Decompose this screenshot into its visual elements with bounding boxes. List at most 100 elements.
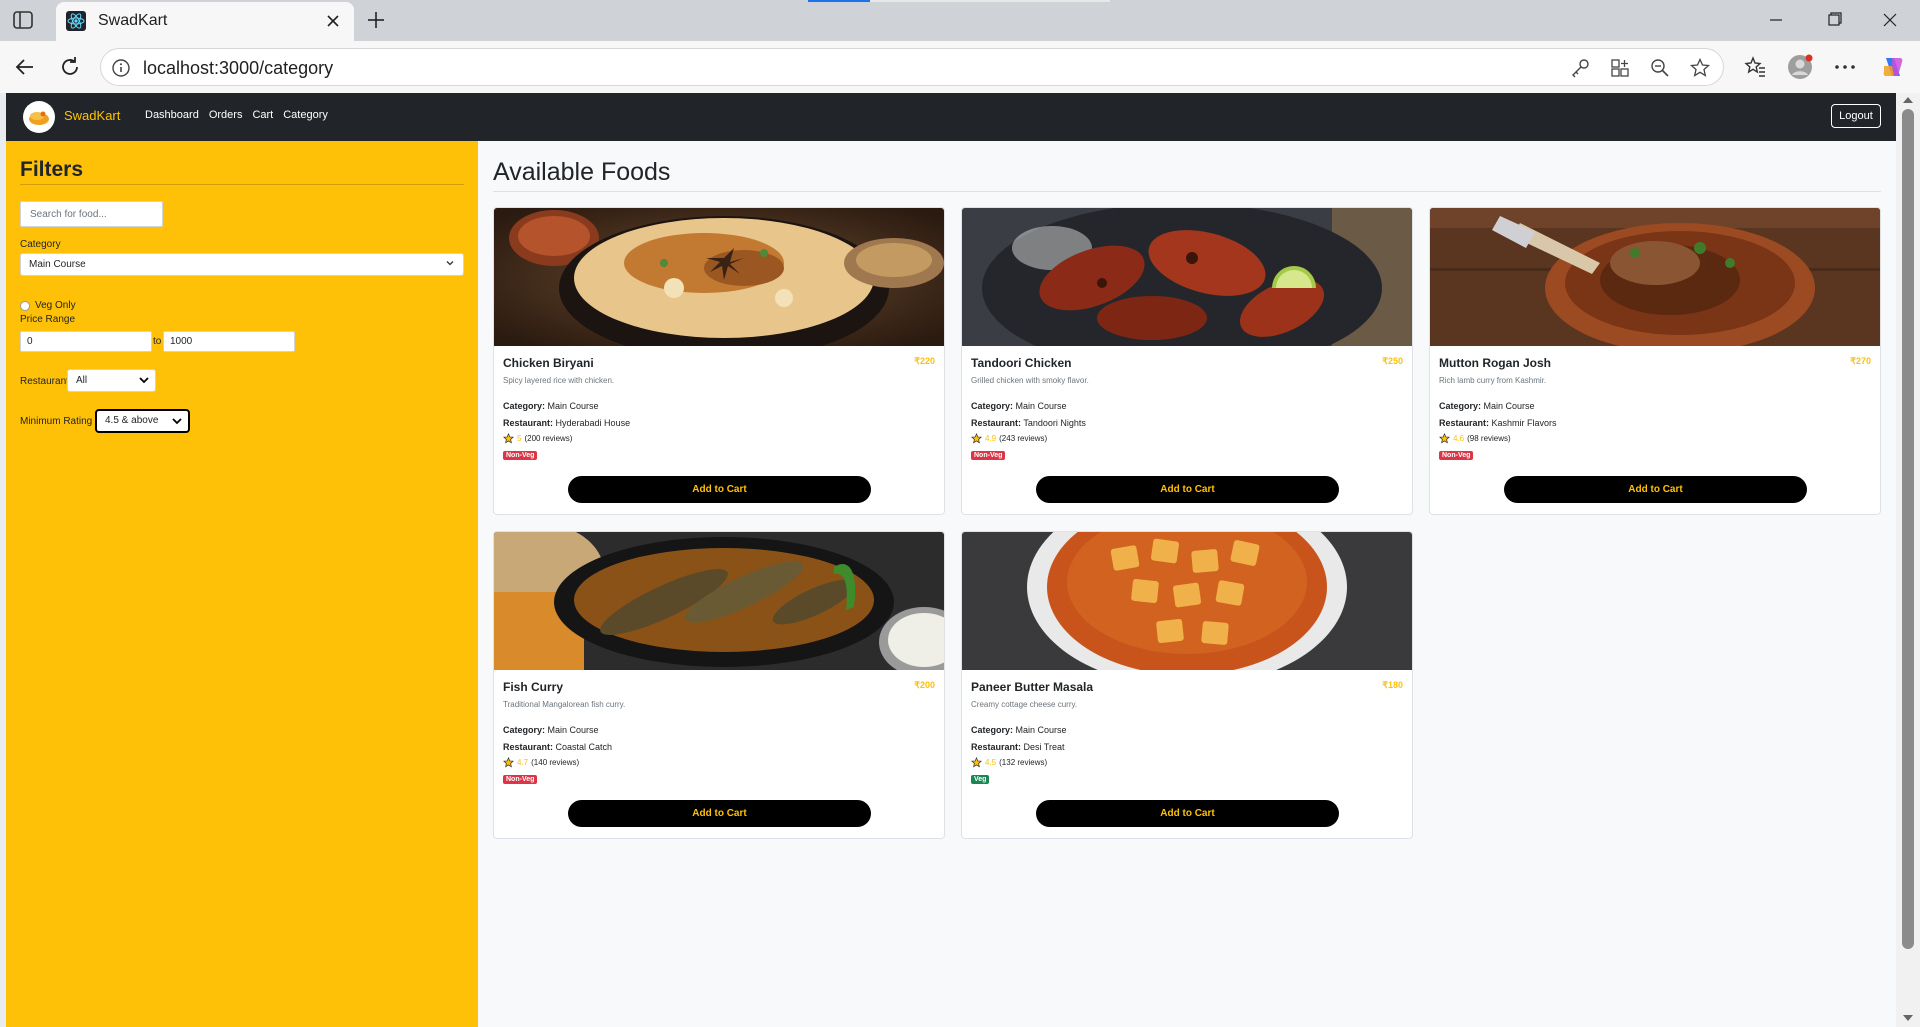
rating-line: 5 (200 reviews): [503, 433, 572, 444]
category-select-value: Main Course: [29, 259, 86, 270]
apps-icon[interactable]: [1609, 57, 1631, 79]
restaurant-key: Restaurant:: [971, 742, 1022, 752]
price-max-value: 1000: [170, 336, 193, 347]
star-icon[interactable]: [1689, 57, 1711, 79]
rating-line: 4.9 (243 reviews): [971, 433, 1047, 444]
tab-swadkart[interactable]: SwadKart: [56, 2, 354, 41]
add-to-cart-button[interactable]: Add to Cart: [1036, 800, 1339, 827]
veg-only-radio[interactable]: [20, 301, 30, 311]
food-image-tandoori-chicken: [962, 208, 1412, 346]
sidebar-toggle-icon[interactable]: [12, 10, 34, 30]
restaurant-key: Restaurant:: [971, 418, 1022, 428]
food-description: Rich lamb curry from Kashmir.: [1439, 376, 1547, 385]
food-restaurant-line: Restaurant: Coastal Catch: [503, 742, 612, 752]
back-icon[interactable]: [12, 54, 38, 80]
nonveg-badge: Non-Veg: [971, 451, 1006, 460]
close-window-icon[interactable]: [1876, 8, 1904, 32]
tab-loading-track: [870, 0, 1110, 2]
rating-value: 4.9: [985, 434, 997, 443]
close-icon[interactable]: [322, 10, 344, 32]
rating-line: 4.6 (98 reviews): [1439, 433, 1511, 444]
tab-title: SwadKart: [98, 12, 168, 29]
price-min-value: 0: [27, 336, 33, 347]
food-restaurant-line: Restaurant: Desi Treat: [971, 742, 1065, 752]
food-card: Paneer Butter Masala ₹180 Creamy cottage…: [961, 531, 1413, 839]
maximize-icon[interactable]: [1820, 8, 1848, 32]
nav-link-cart[interactable]: Cart: [252, 109, 273, 121]
category-key: Category:: [1439, 401, 1482, 411]
min-rating-select[interactable]: 4.5 & above: [95, 409, 190, 433]
scroll-down-arrow-icon[interactable]: [1903, 1015, 1913, 1021]
food-category-line: Category: Main Course: [971, 725, 1067, 735]
price-min-input[interactable]: 0: [20, 331, 152, 352]
logout-button[interactable]: Logout: [1831, 104, 1881, 128]
restaurant-select[interactable]: All: [67, 369, 156, 392]
min-rating-label: Minimum Rating: [20, 416, 93, 427]
food-description: Grilled chicken with smoky flavor.: [971, 376, 1089, 385]
restaurant-value: Coastal Catch: [555, 742, 613, 752]
food-image-paneer-butter-masala: [962, 532, 1412, 670]
nonveg-badge: Non-Veg: [1439, 451, 1474, 460]
filters-sidebar: Filters Category Main Course Veg Only Pr…: [6, 141, 478, 1027]
price-max-input[interactable]: 1000: [163, 331, 295, 352]
brand-logo[interactable]: [23, 101, 55, 133]
zoom-out-icon[interactable]: [1649, 57, 1671, 79]
food-restaurant-line: Restaurant: Kashmir Flavors: [1439, 418, 1557, 428]
add-to-cart-button[interactable]: Add to Cart: [1504, 476, 1807, 503]
filters-divider: [20, 184, 464, 185]
minimize-icon[interactable]: [1762, 8, 1790, 32]
scrollbar-thumb[interactable]: [1902, 109, 1914, 949]
food-name: Tandoori Chicken: [971, 356, 1072, 370]
veg-only-label[interactable]: Veg Only: [35, 300, 76, 311]
food-name: Chicken Biryani: [503, 356, 594, 370]
min-rating-select-value: 4.5 & above: [105, 415, 159, 426]
url-text[interactable]: localhost:3000/category: [143, 58, 333, 79]
brand-name[interactable]: SwadKart: [64, 108, 120, 123]
address-bar[interactable]: localhost:3000/category: [100, 48, 1724, 86]
category-key: Category:: [971, 725, 1014, 735]
scroll-up-arrow-icon[interactable]: [1903, 97, 1913, 103]
review-count: (200 reviews): [524, 434, 573, 443]
info-icon[interactable]: [111, 58, 131, 78]
favorites-icon[interactable]: [1742, 54, 1768, 80]
food-restaurant-line: Restaurant: Tandoori Nights: [971, 418, 1086, 428]
nonveg-badge: Non-Veg: [503, 775, 538, 784]
food-name: Mutton Rogan Josh: [1439, 356, 1551, 370]
more-icon[interactable]: [1832, 54, 1858, 80]
category-key: Category:: [503, 401, 546, 411]
nav-link-orders[interactable]: Orders: [209, 109, 243, 121]
restaurant-select-value: All: [76, 375, 88, 386]
plus-icon[interactable]: [364, 8, 388, 32]
nav-link-category[interactable]: Category: [283, 109, 328, 121]
add-to-cart-button[interactable]: Add to Cart: [568, 800, 871, 827]
nav-links: Dashboard Orders Cart Category: [145, 109, 328, 121]
restaurant-value: Kashmir Flavors: [1491, 418, 1557, 428]
food-image-chicken-biryani: [494, 208, 944, 346]
category-key: Category:: [503, 725, 546, 735]
react-favicon: [66, 11, 86, 31]
profile-icon[interactable]: [1787, 54, 1813, 80]
category-select[interactable]: Main Course: [20, 253, 464, 276]
rating-value: 4.7: [517, 758, 529, 767]
add-to-cart-button[interactable]: Add to Cart: [1036, 476, 1339, 503]
top-navbar: SwadKart Dashboard Orders Cart Category …: [6, 93, 1896, 141]
star-icon: [971, 757, 982, 768]
title-divider: [493, 191, 1881, 192]
rating-value: 5: [517, 434, 522, 443]
rating-line: 4.5 (132 reviews): [971, 757, 1047, 768]
rating-value: 4.6: [1453, 434, 1465, 443]
page-scrollbar[interactable]: [1896, 93, 1920, 1027]
food-price: ₹200: [914, 680, 935, 690]
food-name: Fish Curry: [503, 680, 564, 694]
chevron-down-icon: [139, 377, 149, 384]
restaurant-value: Hyderabadi House: [555, 418, 631, 428]
add-to-cart-button[interactable]: Add to Cart: [568, 476, 871, 503]
app-root: SwadKart Dashboard Orders Cart Category …: [6, 93, 1896, 1027]
food-category-line: Category: Main Course: [503, 401, 599, 411]
reload-icon[interactable]: [57, 54, 83, 80]
food-card: Fish Curry ₹200 Traditional Mangalorean …: [493, 531, 945, 839]
copilot-icon[interactable]: [1880, 54, 1906, 80]
key-icon[interactable]: [1569, 57, 1591, 79]
nav-link-dashboard[interactable]: Dashboard: [145, 109, 199, 121]
search-input[interactable]: [20, 201, 163, 227]
